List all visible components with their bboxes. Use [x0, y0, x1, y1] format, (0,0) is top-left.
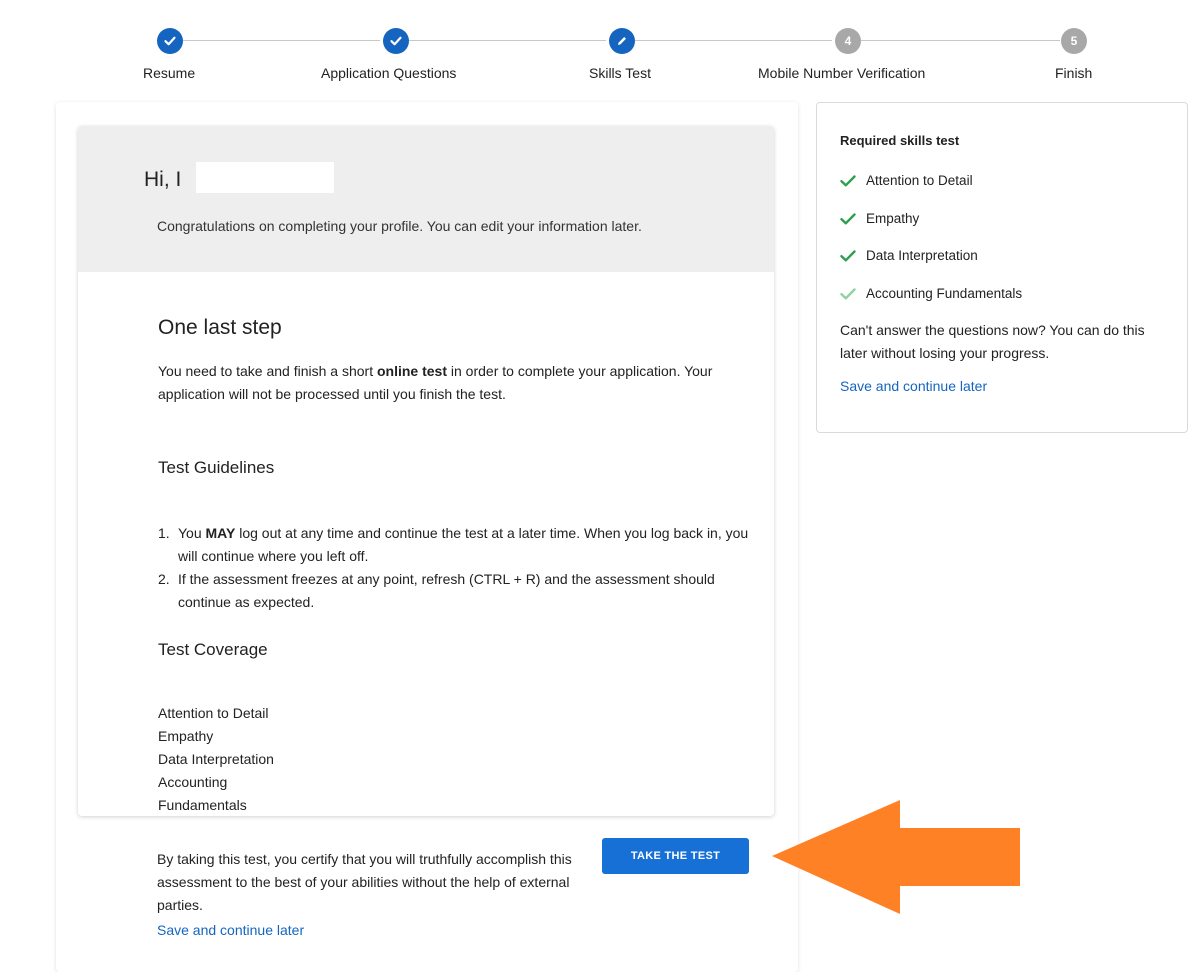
step-label-mobile-verification: Mobile Number Verification: [758, 65, 926, 81]
check-icon: [840, 212, 856, 226]
guideline-text: log out at any time and continue the tes…: [178, 525, 749, 564]
check-icon: [840, 249, 856, 263]
guideline-item: 1. You MAY log out at any time and conti…: [158, 522, 758, 568]
step-2-dot: [383, 28, 409, 54]
coverage-item: Empathy: [158, 728, 214, 744]
greeting-box: Hi, I Congratulations on completing your…: [78, 126, 774, 272]
guidelines-title: Test Guidelines: [158, 458, 275, 477]
skill-label: Data Interpretation: [866, 248, 978, 263]
coverage-item: Attention to Detail: [158, 705, 269, 721]
guideline-item: 2. If the assessment freezes at any poin…: [158, 568, 758, 614]
step-3-dot: [609, 28, 635, 54]
guideline-number: 1.: [158, 525, 170, 541]
check-icon: [840, 287, 856, 301]
step-4-dot: 4: [835, 28, 861, 54]
main-panel: Hi, I Congratulations on completing your…: [56, 102, 798, 972]
skill-item: Accounting Fundamentals: [840, 286, 1022, 301]
step-label-application-questions: Application Questions: [321, 65, 457, 81]
pencil-icon: [618, 37, 626, 45]
step-5-dot: 5: [1061, 28, 1087, 54]
coverage-item: Fundamentals: [158, 797, 247, 813]
check-icon: [840, 174, 856, 188]
skill-label: Accounting Fundamentals: [866, 286, 1023, 301]
progress-stepper: 4 5 Resume Application Questions Skills …: [0, 0, 1188, 96]
step-connector: [635, 40, 832, 41]
skill-label: Attention to Detail: [866, 173, 973, 188]
guideline-text: If the assessment freezes at any point, …: [178, 571, 715, 610]
skill-item: Empathy: [840, 211, 919, 226]
required-skills-panel: Required skills test Attention to Detail…: [816, 102, 1188, 433]
greeting-subtitle: Congratulations on completing your profi…: [157, 218, 642, 234]
skill-item: Data Interpretation: [840, 248, 978, 263]
certification-text: By taking this test, you certify that yo…: [157, 851, 572, 913]
check-icon: [164, 36, 176, 46]
save-later-note: Can't answer the questions now? You can …: [840, 322, 1145, 361]
take-the-test-button[interactable]: TAKE THE TEST: [602, 838, 749, 874]
guideline-bold: MAY: [205, 525, 236, 541]
save-and-continue-later-link[interactable]: Save and continue later: [157, 922, 304, 938]
step-label-skills-test: Skills Test: [589, 65, 651, 81]
redacted-name: [196, 162, 334, 193]
step-connector: [183, 40, 380, 41]
last-step-text: You need to take and finish a short onli…: [158, 360, 758, 406]
coverage-title: Test Coverage: [158, 640, 268, 659]
sidebar-save-and-continue-later-link[interactable]: Save and continue later: [840, 378, 987, 394]
greeting-title: Hi, I: [144, 168, 182, 191]
step-label-resume: Resume: [143, 65, 196, 81]
last-step-text-bold: online test: [376, 363, 447, 379]
guideline-text: You: [178, 525, 206, 541]
skill-label: Empathy: [866, 211, 920, 226]
left-arrow-annotation: [772, 800, 1020, 914]
step-1-dot: [157, 28, 183, 54]
required-skills-title: Required skills test: [840, 133, 960, 148]
check-icon: [390, 36, 402, 46]
step-connector: [861, 40, 1060, 41]
last-step-title: One last step: [158, 316, 282, 339]
test-info-card: Hi, I Congratulations on completing your…: [78, 126, 774, 816]
step-connector: [409, 40, 606, 41]
last-step-text-part: You need to take and finish a short: [158, 363, 377, 379]
step-label-finish: Finish: [1055, 65, 1093, 81]
coverage-list: Attention to Detail Empathy Data Interpr…: [158, 702, 274, 816]
coverage-item: Data Interpretation: [158, 751, 274, 767]
skill-item: Attention to Detail: [840, 173, 973, 188]
guideline-number: 2.: [158, 571, 170, 587]
guidelines-list: 1. You MAY log out at any time and conti…: [158, 522, 758, 614]
coverage-item: Accounting: [158, 774, 228, 790]
